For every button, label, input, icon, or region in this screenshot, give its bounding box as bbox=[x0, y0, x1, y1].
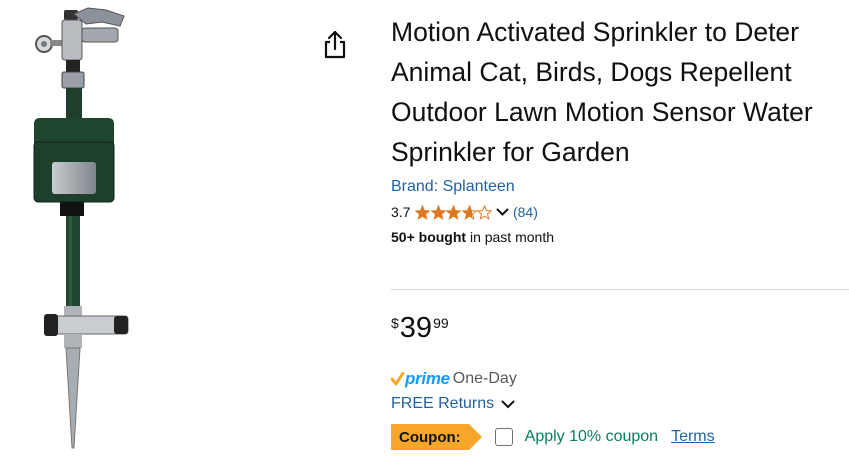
coupon-row: Coupon: Apply 10% coupon Terms bbox=[391, 424, 715, 450]
free-returns-label: FREE Returns bbox=[391, 395, 495, 412]
price-whole: 39 bbox=[399, 312, 433, 344]
prime-badge[interactable]: prime bbox=[391, 369, 450, 389]
price-symbol: $ bbox=[391, 315, 399, 331]
rating-row: 3.7 (84) bbox=[391, 202, 849, 222]
prime-label: prime bbox=[405, 369, 450, 388]
product-image[interactable] bbox=[26, 6, 136, 452]
bought-count: 50+ bought bbox=[391, 229, 467, 245]
price: $ 39 99 bbox=[391, 312, 449, 344]
rating-value: 3.7 bbox=[391, 204, 411, 220]
coupon-checkbox[interactable] bbox=[494, 428, 513, 446]
apply-coupon-label[interactable]: Apply 10% coupon bbox=[525, 428, 658, 446]
price-fraction: 99 bbox=[433, 315, 449, 331]
star-icon bbox=[430, 204, 446, 220]
prime-check-icon bbox=[391, 372, 404, 386]
star-rating[interactable] bbox=[415, 204, 493, 220]
star-icon bbox=[415, 204, 431, 220]
bought-in-past-month: 50+ bought in past month bbox=[391, 229, 849, 245]
star-icon bbox=[446, 204, 462, 220]
chevron-down-icon bbox=[501, 400, 515, 408]
share-icon[interactable] bbox=[322, 30, 348, 60]
coupon-badge: Coupon: bbox=[391, 424, 482, 450]
brand-link[interactable]: Brand: Splanteen bbox=[391, 178, 515, 196]
divider bbox=[391, 289, 849, 290]
product-info: Motion Activated Sprinkler to Deter Anim… bbox=[391, 12, 849, 245]
star-icon bbox=[461, 204, 477, 220]
review-count-link[interactable]: (84) bbox=[513, 204, 538, 220]
free-returns-link[interactable]: FREE Returns bbox=[391, 395, 515, 413]
product-title: Motion Activated Sprinkler to Deter Anim… bbox=[391, 17, 813, 167]
star-icon bbox=[477, 204, 493, 220]
one-day-label: One-Day bbox=[452, 370, 517, 387]
chevron-down-icon[interactable] bbox=[496, 208, 509, 217]
coupon-terms-link[interactable]: Terms bbox=[671, 428, 715, 446]
bought-suffix: in past month bbox=[466, 229, 554, 245]
prime-delivery: prime One-Day bbox=[391, 369, 517, 389]
